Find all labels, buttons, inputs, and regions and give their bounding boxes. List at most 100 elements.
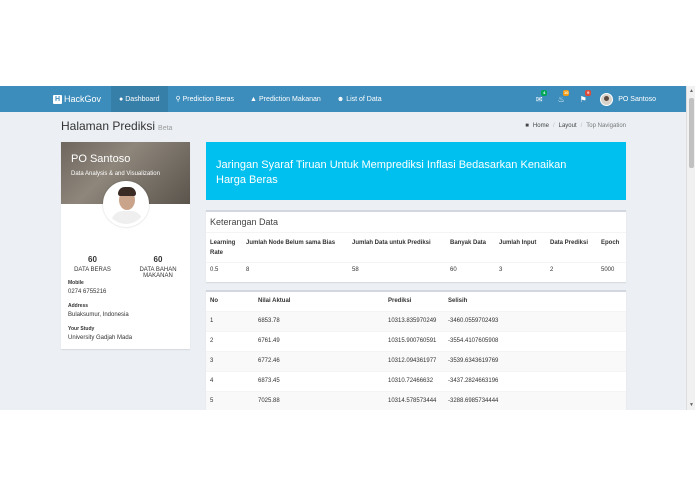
cell-selisih: -3554.4107605908 [444,330,626,351]
cell-nilai-aktual: 6772.46 [254,350,384,371]
table-row: 3 6772.46 10312.094361977 -3539.63436197… [206,350,626,371]
nav-prediction-beras[interactable]: ⚲ Prediction Beras [168,86,243,112]
table-row: 5 7025.88 10314.578573444 -3288.69857344… [206,390,626,410]
stat-data-beras: 60 DATA BERAS [65,255,120,273]
cell-nilai-aktual: 6853.78 [254,310,384,331]
dashboard-icon: ● [119,95,124,103]
stat-data-beras-value: 60 [88,255,97,264]
header-prediksi: Prediksi [384,292,444,312]
brand-logo[interactable]: H HackGov [0,86,111,112]
cell-no: 5 [206,390,254,410]
cell-prediksi: 10313.835970249 [384,310,444,331]
keterangan-table: Learning Rate Jumlah Node Belum sama Bia… [206,234,626,277]
value-epoch: 5000 [597,262,626,277]
cell-prediksi: 10315.900760591 [384,330,444,351]
header-selisih: Selisih [444,292,626,312]
scrollbar-thumb[interactable] [689,98,694,168]
address-value: Bulaksumur, Indonesia [68,312,129,318]
value-data-prediksi: 2 [546,262,597,277]
cell-no: 1 [206,310,254,331]
banner-line-1: Jaringan Syaraf Tiruan Untuk Memprediksi… [216,159,567,171]
cell-selisih: -3288.6985734444 [444,390,626,410]
study-label: Your Study [68,326,95,332]
header-epoch: Epoch [601,240,620,246]
value-learning-rate: 0.5 [206,262,242,277]
keterangan-data-box: Keterangan Data Learning Rate Jumlah Nod… [206,210,626,282]
messages-menu[interactable]: ✉ 4 [528,86,550,112]
page-scrollbar[interactable]: ▲ ▼ [686,86,695,410]
tasks-menu[interactable]: ⚑ 9 [572,86,594,112]
nav-prediction-makanan[interactable]: ▲ Prediction Makanan [242,86,329,112]
mobile-label: Mobile [68,280,84,286]
value-jumlah-data-prediksi: 58 [348,262,446,277]
user-menu[interactable]: PO Santoso [600,92,656,106]
nav-prediction-beras-label: Prediction Beras [182,95,234,103]
header-nilai-aktual: Nilai Aktual [254,292,384,312]
prediksi-table-box: No Nilai Aktual Prediksi Selisih 1 6853.… [206,290,626,410]
breadcrumb-current: Top Navigation [586,123,626,129]
header-banyak-data: Banyak Data [450,240,487,246]
breadcrumb-home[interactable]: Home [533,123,549,129]
header-jumlah-node: Jumlah Node Belum sama Bias [246,240,336,246]
header-no: No [206,292,254,312]
nav-prediction-makanan-label: Prediction Makanan [258,95,321,103]
nav-dashboard[interactable]: ● Dashboard [111,86,168,112]
stat-data-beras-label: DATA BERAS [74,267,111,273]
nav-list-of-data[interactable]: ☻ List of Data [329,86,390,112]
cell-prediksi: 10310.72466632 [384,370,444,391]
study-value: University Gadjah Mada [68,335,133,341]
cell-prediksi: 10312.094361977 [384,350,444,371]
breadcrumb-layout[interactable]: Layout [559,123,577,129]
cell-no: 4 [206,370,254,391]
profile-avatar [103,181,149,227]
breadcrumb: ■ Home / Layout / Top Navigation [525,123,626,129]
cell-selisih: -3460.0559702493 [444,310,626,331]
stat-data-bahan-makanan: 60 DATA BAHAN MAKANAN [127,255,189,279]
table-row: 2 6761.49 10315.900760591 -3554.41076059… [206,330,626,351]
keterangan-title: Keterangan Data [206,212,626,233]
value-banyak-data: 60 [446,262,495,277]
cell-no: 2 [206,330,254,351]
header-jumlah-input: Jumlah Input [499,240,537,246]
stat-data-bahan-value: 60 [153,255,163,264]
area-chart-icon: ▲ [250,95,257,103]
notifications-menu[interactable]: ♨ 10 [550,86,572,112]
home-icon: ■ [525,123,529,129]
stat-data-bahan-label-2: MAKANAN [143,273,173,279]
avatar-body [111,211,143,224]
scroll-down-icon[interactable]: ▼ [689,402,694,408]
browser-viewport: H HackGov ● Dashboard ⚲ Prediction Beras… [0,86,695,410]
table-row: 1 6853.78 10313.835970249 -3460.05597024… [206,310,626,331]
cell-selisih: -3437.2824663196 [444,370,626,391]
header-data-prediksi: Data Prediksi [550,240,589,246]
header-jumlah-data-prediksi: Jumlah Data untuk Prediksi [352,240,431,246]
cell-nilai-aktual: 6873.45 [254,370,384,391]
profile-name: PO Santoso [71,153,131,165]
messages-count-badge: 4 [541,90,548,96]
avatar-hair [118,187,136,196]
table-row: 4 6873.45 10310.72466632 -3437.282466319… [206,370,626,391]
users-icon: ☻ [336,95,345,103]
banner-line-2: Harga Beras [216,174,278,186]
cell-no: 3 [206,350,254,371]
value-jumlah-input: 3 [495,262,546,277]
map-marker-icon: ⚲ [175,96,181,103]
notifications-count-badge: 10 [563,90,570,96]
profile-description: Data Analysis & and Visualization [71,171,160,177]
header-learning-rate: Learning Rate [210,240,236,256]
user-avatar [600,92,614,106]
address-label: Address [68,303,89,309]
page-title-text: Halaman Prediksi [61,119,156,133]
brand-name: HackGov [64,94,102,104]
brand-logo-mark: H [53,94,62,104]
keterangan-header-row: Learning Rate Jumlah Node Belum sama Bia… [206,234,626,263]
breadcrumb-separator: / [580,123,583,129]
cell-nilai-aktual: 7025.88 [254,390,384,410]
cell-nilai-aktual: 6761.49 [254,330,384,351]
top-navbar: H HackGov ● Dashboard ⚲ Prediction Beras… [0,86,686,112]
prediksi-table: No Nilai Aktual Prediksi Selisih 1 6853.… [206,292,626,410]
page-title: Halaman Prediksi Beta [61,119,172,133]
scroll-up-icon[interactable]: ▲ [689,88,694,94]
value-jumlah-node: 8 [242,262,348,277]
title-banner: Jaringan Syaraf Tiruan Untuk Memprediksi… [206,142,626,200]
